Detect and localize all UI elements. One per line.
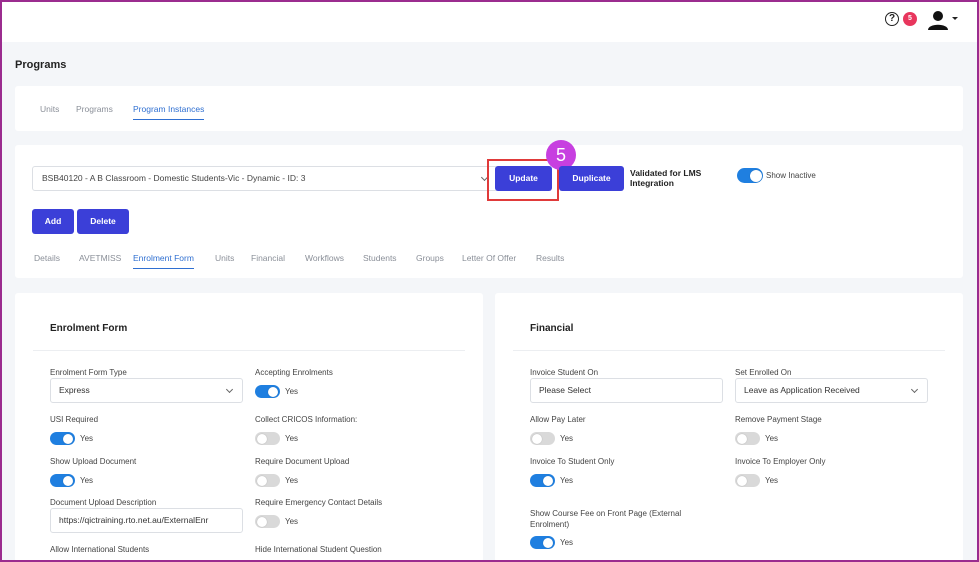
tab-programs[interactable]: Programs (76, 104, 113, 119)
user-icon[interactable] (927, 9, 949, 31)
program-instance-select[interactable]: BSB40120 - A B Classroom - Domestic Stud… (32, 166, 498, 191)
show-upload-toggle[interactable] (50, 474, 75, 487)
enrolment-form-panel: Enrolment Form Enrolment Form Type Expre… (15, 293, 483, 562)
toggle-yes-label: Yes (765, 476, 779, 485)
delete-button[interactable]: Delete (77, 209, 129, 234)
validated-lms-label: Validated for LMS Integration (630, 168, 702, 188)
toggle-yes-label: Yes (285, 387, 299, 396)
tab-students[interactable]: Students (363, 253, 397, 268)
tab-program-instances[interactable]: Program Instances (133, 104, 205, 120)
remove-payment-stage-toggle[interactable] (735, 432, 760, 445)
toggle-yes-label: Yes (285, 476, 299, 485)
invoice-student-on-select[interactable]: Please Select (530, 378, 723, 403)
toggle-yes-label: Yes (80, 476, 94, 485)
add-button[interactable]: Add (32, 209, 74, 234)
collect-cricos-toggle[interactable] (255, 432, 280, 445)
page-title: Programs (15, 59, 67, 71)
set-enrolled-on-label: Set Enrolled On (735, 368, 792, 377)
chevron-down-icon (910, 385, 919, 394)
financial-title: Financial (530, 323, 574, 334)
notification-badge[interactable]: 5 (903, 12, 917, 26)
collect-cricos-label: Collect CRICOS Information: (255, 415, 358, 424)
tab-workflows[interactable]: Workflows (305, 253, 344, 268)
require-upload-label: Require Document Upload (255, 457, 350, 466)
form-type-select[interactable]: Express (50, 378, 243, 403)
enrolment-form-title: Enrolment Form (50, 323, 128, 334)
toggle-yes-label: Yes (80, 434, 94, 443)
tab-letter-of-offer[interactable]: Letter Of Offer (462, 253, 516, 268)
tab-enrolment-form[interactable]: Enrolment Form (133, 253, 194, 269)
emergency-contact-toggle[interactable] (255, 515, 280, 528)
form-type-value: Express (59, 385, 90, 395)
top-bar (2, 2, 977, 42)
tab-results[interactable]: Results (536, 253, 564, 268)
toggle-yes-label: Yes (765, 434, 779, 443)
invoice-student-only-label: Invoice To Student Only (530, 457, 615, 466)
accepting-enrolments-toggle[interactable] (255, 385, 280, 398)
tab-groups[interactable]: Groups (416, 253, 444, 268)
tab-units-sub[interactable]: Units (215, 253, 234, 268)
duplicate-button[interactable]: Duplicate (559, 166, 624, 191)
tab-units[interactable]: Units (40, 104, 59, 119)
accepting-enrolments-label: Accepting Enrolments (255, 368, 333, 377)
program-instance-panel: BSB40120 - A B Classroom - Domestic Stud… (15, 140, 963, 278)
toggle-yes-label: Yes (560, 538, 574, 547)
allow-pay-later-label: Allow Pay Later (530, 415, 586, 424)
invoice-employer-only-toggle[interactable] (735, 474, 760, 487)
invoice-student-only-toggle[interactable] (530, 474, 555, 487)
allow-pay-later-toggle[interactable] (530, 432, 555, 445)
doc-desc-input[interactable]: https://qictraining.rto.net.au/ExternalE… (50, 508, 243, 533)
show-course-fee-label: Show Course Fee on Front Page (External … (530, 509, 682, 529)
toggle-yes-label: Yes (285, 517, 299, 526)
program-tabs: Units Programs Program Instances (15, 86, 963, 131)
show-inactive-toggle[interactable] (737, 168, 763, 183)
hide-international-label: Hide International Student Question (255, 545, 382, 554)
allow-international-label: Allow International Students (50, 545, 150, 554)
invoice-employer-only-label: Invoice To Employer Only (735, 457, 826, 466)
program-instance-select-value: BSB40120 - A B Classroom - Domestic Stud… (42, 173, 306, 183)
set-enrolled-on-select[interactable]: Leave as Application Received (735, 378, 928, 403)
show-upload-label: Show Upload Document (50, 457, 137, 466)
caret-down-icon[interactable] (952, 17, 958, 20)
tab-financial[interactable]: Financial (251, 253, 285, 268)
tab-details[interactable]: Details (34, 253, 60, 268)
usi-required-label: USI Required (50, 415, 99, 424)
toggle-yes-label: Yes (285, 434, 299, 443)
financial-panel: Financial Invoice Student On Please Sele… (495, 293, 963, 562)
show-inactive-label: Show Inactive (766, 171, 816, 180)
toggle-yes-label: Yes (560, 434, 574, 443)
form-type-label: Enrolment Form Type (50, 368, 127, 377)
set-enrolled-on-value: Leave as Application Received (744, 385, 860, 395)
show-course-fee-toggle[interactable] (530, 536, 555, 549)
section-divider (513, 350, 945, 351)
invoice-student-on-label: Invoice Student On (530, 368, 599, 377)
usi-required-toggle[interactable] (50, 432, 75, 445)
doc-desc-label: Document Upload Description (50, 498, 157, 507)
tab-avetmiss[interactable]: AVETMISS (79, 253, 121, 268)
chevron-down-icon (225, 385, 234, 394)
remove-payment-stage-label: Remove Payment Stage (735, 415, 822, 424)
question-circle-icon[interactable]: ? (885, 12, 899, 26)
highlight-box (487, 159, 559, 201)
emergency-contact-label: Require Emergency Contact Details (255, 498, 383, 507)
section-divider (33, 350, 465, 351)
toggle-yes-label: Yes (560, 476, 574, 485)
require-upload-toggle[interactable] (255, 474, 280, 487)
